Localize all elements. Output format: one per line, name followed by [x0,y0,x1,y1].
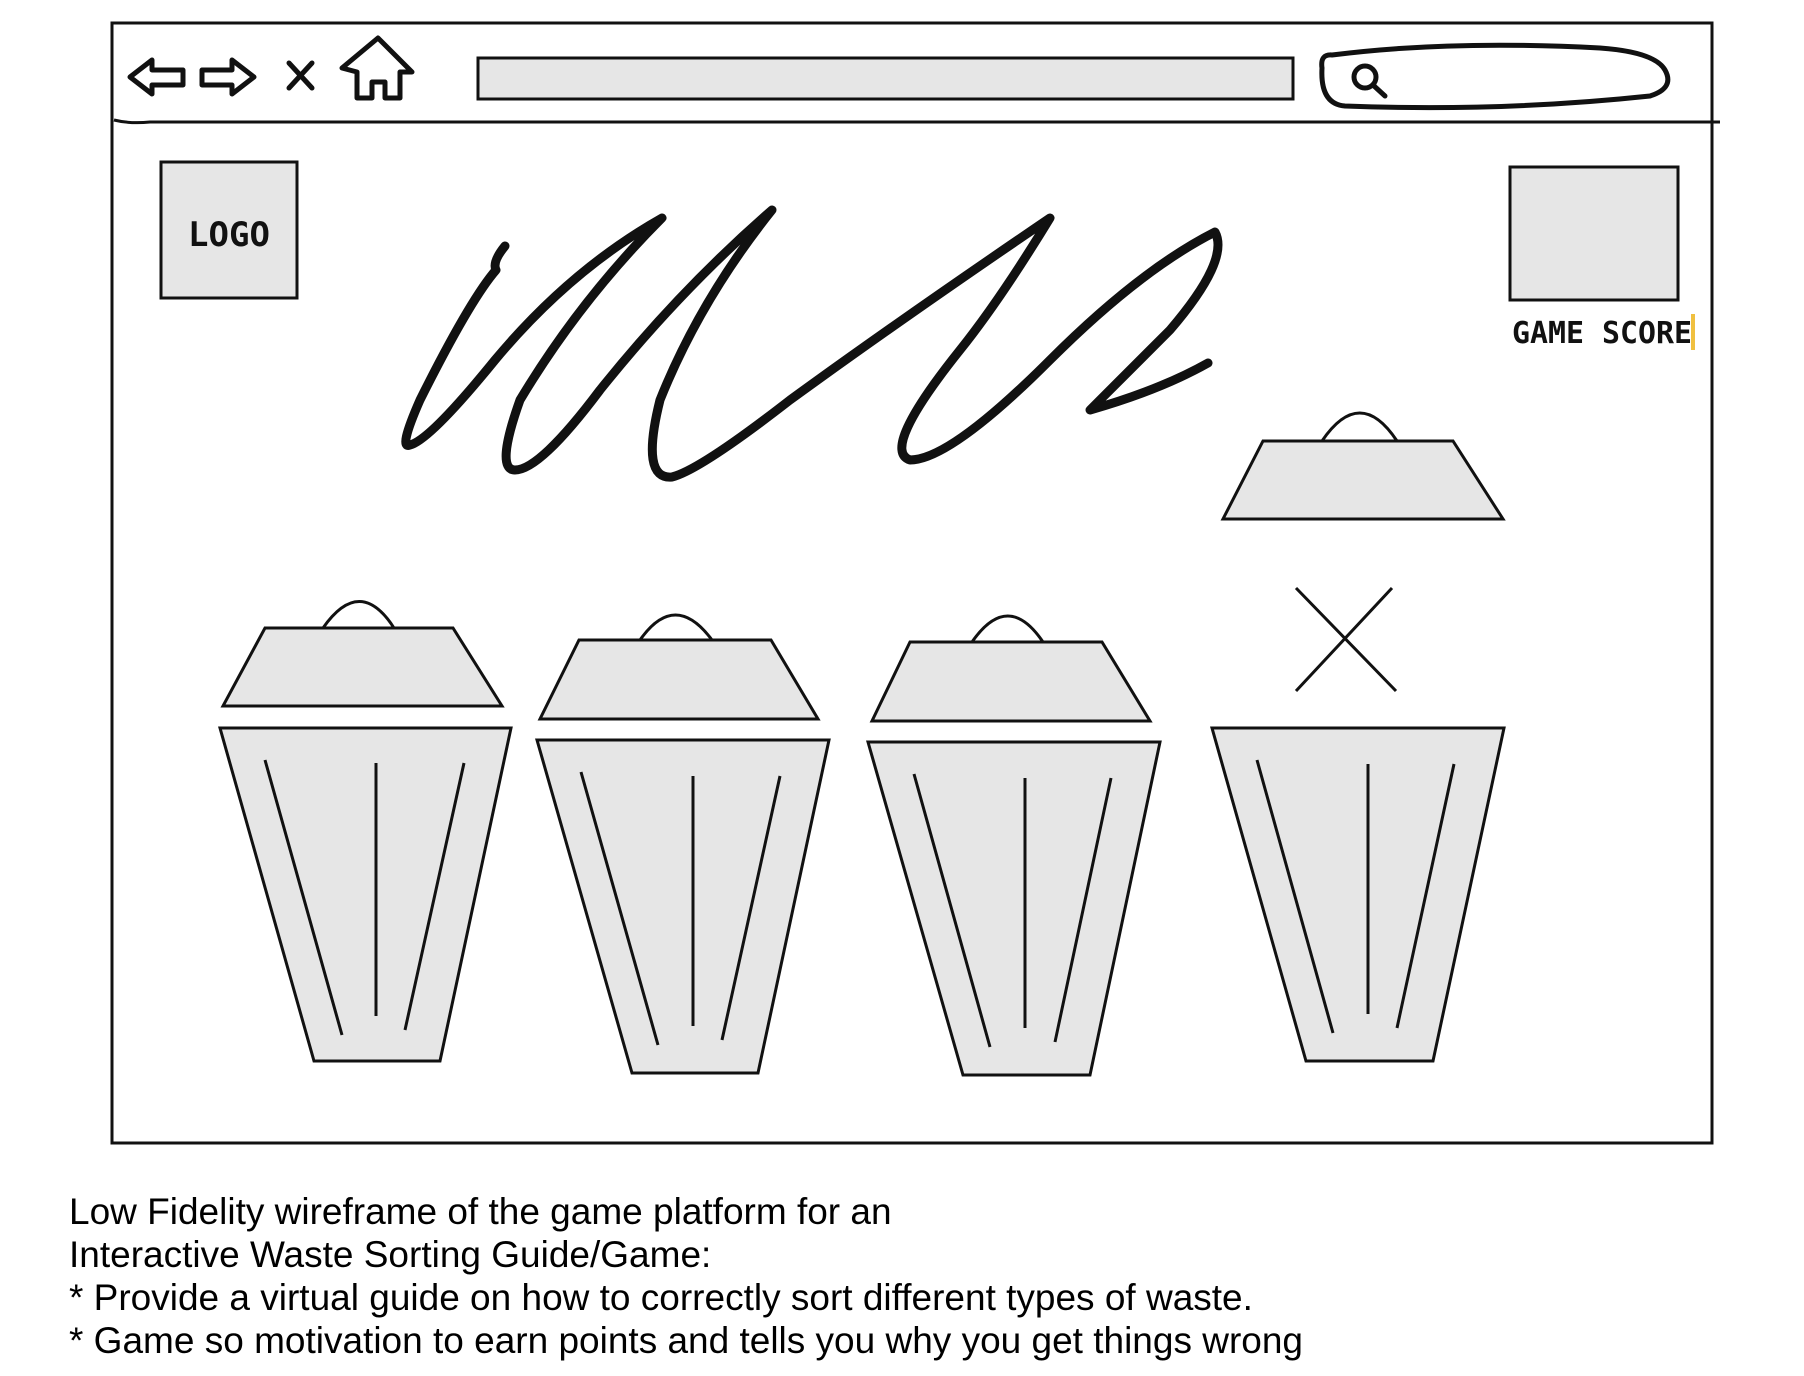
game-score-label: GAME SCORE [1512,316,1692,351]
wireframe-caption: Low Fidelity wireframe of the game platf… [69,1190,1769,1362]
caption-line-2: Interactive Waste Sorting Guide/Game: [69,1234,712,1275]
logo-label: LOGO [188,215,270,255]
address-bar[interactable] [476,56,1295,101]
caption-line-1: Low Fidelity wireframe of the game platf… [69,1191,892,1232]
text-cursor [1691,314,1695,350]
caption-line-4: * Game so motivation to earn points and … [69,1320,1304,1361]
game-score-box [1508,165,1680,302]
caption-line-3: * Provide a virtual guide on how to corr… [69,1277,1253,1318]
wireframe-canvas: LOGO GAME SCORE [110,21,1720,1145]
